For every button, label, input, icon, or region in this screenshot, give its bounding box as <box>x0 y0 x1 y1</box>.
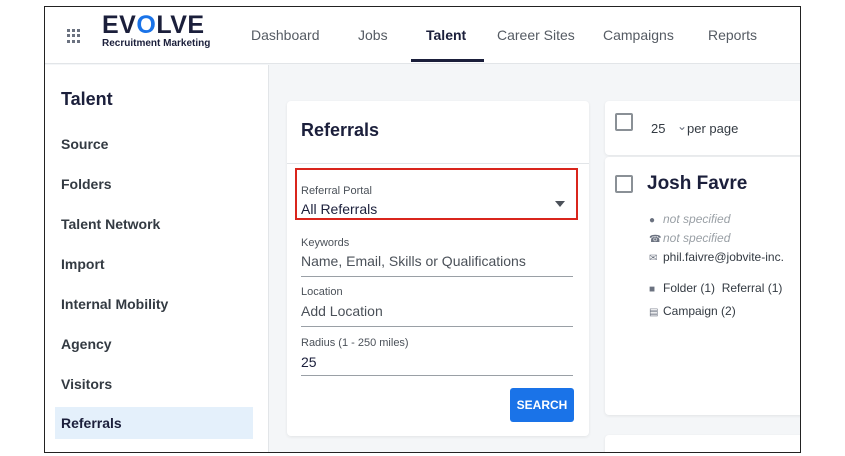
sidebar-item-talent-network[interactable]: Talent Network <box>61 216 160 232</box>
candidate-phone: ☎ not specified <box>649 231 730 245</box>
keywords-underline <box>301 276 573 277</box>
sidebar-item-source[interactable]: Source <box>61 136 108 152</box>
per-page-value[interactable]: 25 <box>651 121 665 136</box>
candidate-email-text: phil.faivre@jobvite-inc. <box>663 250 784 264</box>
sidebar: Talent Source Folders Talent Network Imp… <box>45 65 269 452</box>
location-label: Location <box>301 286 343 298</box>
per-page-label: per page <box>687 121 739 136</box>
sidebar-item-visitors[interactable]: Visitors <box>61 376 112 392</box>
select-all-checkbox[interactable] <box>615 113 633 131</box>
search-button[interactable]: SEARCH <box>510 388 574 422</box>
nav-dashboard[interactable]: Dashboard <box>251 27 320 43</box>
sidebar-item-import[interactable]: Import <box>61 256 105 272</box>
candidate-phone-text: not specified <box>663 231 731 245</box>
next-candidate-card[interactable] <box>605 435 800 452</box>
sidebar-item-referrals[interactable]: Referrals <box>55 407 253 439</box>
panel-divider <box>287 163 589 164</box>
referral-portal-highlight <box>295 168 578 220</box>
candidate-campaigns: ▤ Campaign (2) <box>649 304 736 318</box>
folder-tag[interactable]: Folder (1) <box>663 281 715 295</box>
keywords-input[interactable]: Name, Email, Skills or Qualifications <box>301 253 526 269</box>
keywords-label: Keywords <box>301 237 350 249</box>
nav-jobs[interactable]: Jobs <box>358 27 388 43</box>
nav-reports[interactable]: Reports <box>708 27 757 43</box>
per-page-chevron-icon[interactable]: ⌄ <box>677 119 687 133</box>
candidate-location-text: not specified <box>663 212 731 226</box>
candidate-email[interactable]: ✉ phil.faivre@jobvite-inc. <box>649 250 784 264</box>
campaign-tag[interactable]: Campaign (2) <box>663 304 736 318</box>
brand-tagline: Recruitment Marketing <box>102 38 211 49</box>
campaign-icon: ▤ <box>649 307 659 318</box>
sidebar-title: Talent <box>61 89 113 109</box>
app-window: EVOLVE Recruitment Marketing Dashboard J… <box>44 6 801 453</box>
location-underline <box>301 326 573 327</box>
folder-icon: ■ <box>649 284 656 295</box>
candidate-location: ● not specified <box>649 212 730 226</box>
referrals-filter-panel: Referrals Referral Portal All Referrals … <box>287 101 589 436</box>
referral-tag[interactable]: Referral (1) <box>722 281 783 295</box>
candidate-tags: ■ Folder (1) Referral (1) <box>649 281 782 295</box>
chevron-down-icon[interactable] <box>555 201 565 207</box>
sidebar-item-internal-mobility[interactable]: Internal Mobility <box>61 296 168 312</box>
radius-label: Radius (1 - 250 miles) <box>301 337 409 349</box>
sidebar-item-agency[interactable]: Agency <box>61 336 112 352</box>
nav-talent[interactable]: Talent <box>426 27 466 43</box>
phone-icon: ☎ <box>649 234 662 245</box>
top-navigation: EVOLVE Recruitment Marketing Dashboard J… <box>45 7 800 64</box>
location-pin-icon: ● <box>649 215 656 226</box>
sidebar-item-folders[interactable]: Folders <box>61 176 112 192</box>
radius-input[interactable]: 25 <box>301 354 317 370</box>
nav-career-sites[interactable]: Career Sites <box>497 27 575 43</box>
app-grid-icon[interactable] <box>67 29 81 43</box>
radius-underline <box>301 375 573 376</box>
nav-campaigns[interactable]: Campaigns <box>603 27 674 43</box>
nav-active-indicator <box>411 59 484 62</box>
brand-logo[interactable]: EVOLVE Recruitment Marketing <box>102 11 210 49</box>
location-input[interactable]: Add Location <box>301 303 383 319</box>
candidate-checkbox[interactable] <box>615 175 633 193</box>
brand-wordmark: EVOLVE <box>102 11 205 39</box>
email-icon: ✉ <box>649 253 658 264</box>
panel-title: Referrals <box>301 120 380 140</box>
candidate-name[interactable]: Josh Favre <box>647 173 747 195</box>
